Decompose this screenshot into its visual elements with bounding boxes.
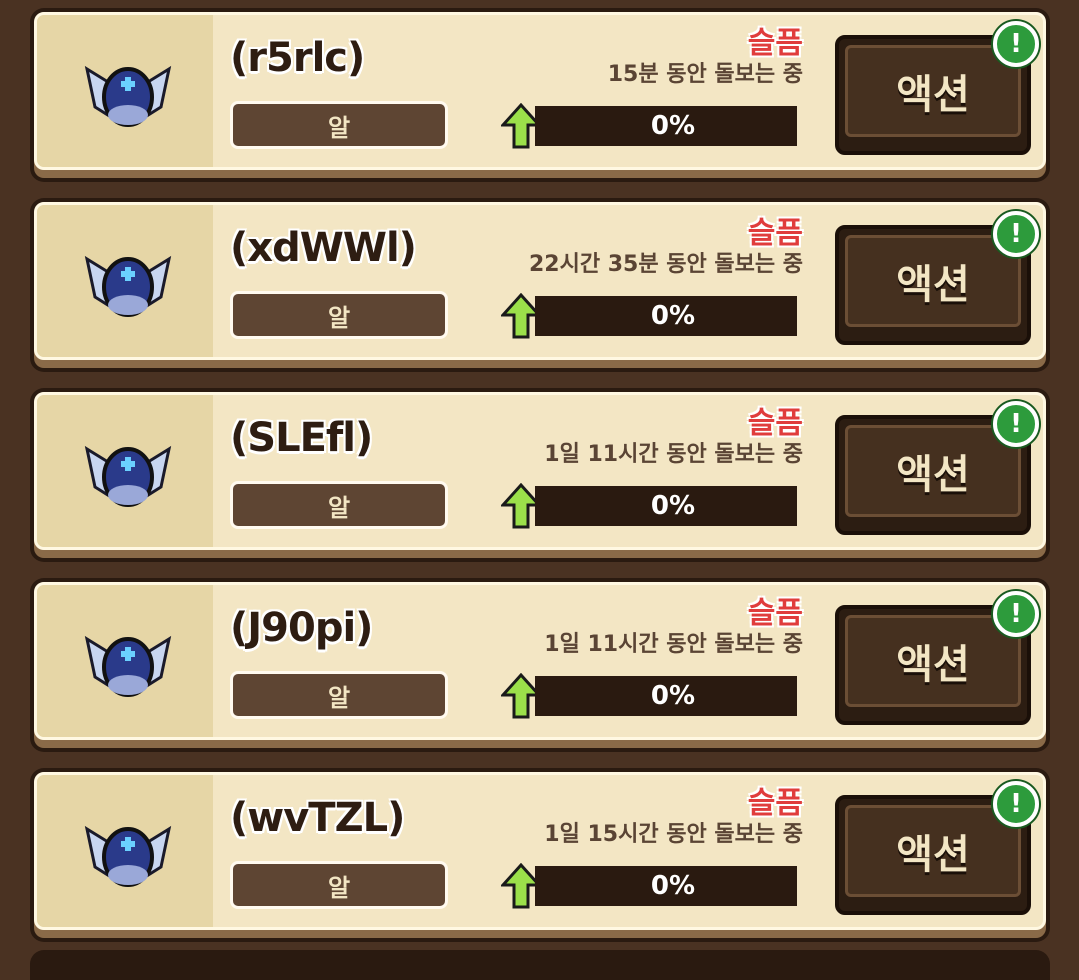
pet-status: 슬픔 22시간 35분 동안 돌보는 중	[529, 219, 803, 279]
mood-label: 슬픔	[747, 406, 803, 441]
pet-type-tag: 알	[230, 481, 448, 529]
exclamation-icon[interactable]: !	[993, 211, 1039, 257]
growth-progress-bar: 0%	[535, 296, 797, 336]
progress-text: 0%	[650, 681, 696, 711]
pet-status: 슬픔 1일 11시간 동안 돌보는 중	[544, 409, 803, 469]
pet-card: (xdWWl) 알 슬픔 22시간 35분 동안 돌보는 중 0% 액션 !	[30, 198, 1050, 372]
growth-progress-bar: 0%	[535, 106, 797, 146]
pet-name: (xdWWl)	[230, 225, 417, 271]
pet-icon-panel	[37, 15, 213, 167]
pet-type-tag: 알	[230, 671, 448, 719]
pet-card: (SLEfl) 알 슬픔 1일 11시간 동안 돌보는 중 0% 액션 !	[30, 388, 1050, 562]
care-duration: 1일 11시간 동안 돌보는 중	[544, 442, 803, 467]
pet-card: (wvTZL) 알 슬픔 1일 15시간 동안 돌보는 중 0% 액션 !	[30, 768, 1050, 942]
winged-egg-icon	[84, 635, 172, 697]
card-face: (SLEfl) 알 슬픔 1일 11시간 동안 돌보는 중 0% 액션 !	[34, 392, 1046, 550]
progress-text: 0%	[650, 491, 696, 521]
pet-card: (J90pi) 알 슬픔 1일 11시간 동안 돌보는 중 0% 액션 !	[30, 578, 1050, 752]
pet-type-tag: 알	[230, 291, 448, 339]
care-duration: 1일 15시간 동안 돌보는 중	[544, 822, 803, 847]
growth-progress-bar: 0%	[535, 486, 797, 526]
card-face: (xdWWl) 알 슬픔 22시간 35분 동안 돌보는 중 0% 액션 !	[34, 202, 1046, 360]
progress-text: 0%	[650, 301, 696, 331]
pet-icon-panel	[37, 205, 213, 357]
exclamation-icon[interactable]: !	[993, 781, 1039, 827]
exclamation-icon[interactable]: !	[993, 21, 1039, 67]
exclamation-icon[interactable]: !	[993, 401, 1039, 447]
progress-text: 0%	[650, 111, 696, 141]
card-face: (r5rlc) 알 슬픔 15분 동안 돌보는 중 0% 액션 !	[34, 12, 1046, 170]
card-face: (J90pi) 알 슬픔 1일 11시간 동안 돌보는 중 0% 액션 !	[34, 582, 1046, 740]
progress-text: 0%	[650, 871, 696, 901]
pet-card: (r5rlc) 알 슬픔 15분 동안 돌보는 중 0% 액션 !	[30, 8, 1050, 182]
card-face: (wvTZL) 알 슬픔 1일 15시간 동안 돌보는 중 0% 액션 !	[34, 772, 1046, 930]
winged-egg-icon	[84, 445, 172, 507]
action-button-label: 액션	[845, 805, 1021, 897]
pet-icon-panel	[37, 775, 213, 927]
growth-progress-bar: 0%	[535, 866, 797, 906]
action-button-label: 액션	[845, 615, 1021, 707]
pet-name: (SLEfl)	[230, 415, 373, 461]
pet-status: 슬픔 1일 15시간 동안 돌보는 중	[544, 789, 803, 849]
pet-type-tag: 알	[230, 861, 448, 909]
pet-name: (r5rlc)	[230, 35, 365, 81]
care-duration: 15분 동안 돌보는 중	[607, 62, 803, 87]
action-button-label: 액션	[845, 235, 1021, 327]
pet-status: 슬픔 1일 11시간 동안 돌보는 중	[544, 599, 803, 659]
pet-icon-panel	[37, 395, 213, 547]
pet-list[interactable]: (r5rlc) 알 슬픔 15분 동안 돌보는 중 0% 액션 ! (xdWWl…	[0, 0, 1079, 980]
care-duration: 1일 11시간 동안 돌보는 중	[544, 632, 803, 657]
next-pet-card-partial	[30, 950, 1050, 980]
pet-icon-panel	[37, 585, 213, 737]
care-duration: 22시간 35분 동안 돌보는 중	[528, 252, 803, 277]
winged-egg-icon	[84, 65, 172, 127]
winged-egg-icon	[84, 825, 172, 887]
pet-status: 슬픔 15분 동안 돌보는 중	[608, 29, 803, 89]
pet-name: (J90pi)	[230, 605, 373, 651]
mood-label: 슬픔	[747, 786, 803, 821]
pet-type-tag: 알	[230, 101, 448, 149]
growth-progress-bar: 0%	[535, 676, 797, 716]
mood-label: 슬픔	[747, 26, 803, 61]
winged-egg-icon	[84, 255, 172, 317]
pet-name: (wvTZL)	[230, 795, 405, 841]
action-button-label: 액션	[845, 425, 1021, 517]
mood-label: 슬픔	[747, 216, 803, 251]
action-button-label: 액션	[845, 45, 1021, 137]
exclamation-icon[interactable]: !	[993, 591, 1039, 637]
mood-label: 슬픔	[747, 596, 803, 631]
